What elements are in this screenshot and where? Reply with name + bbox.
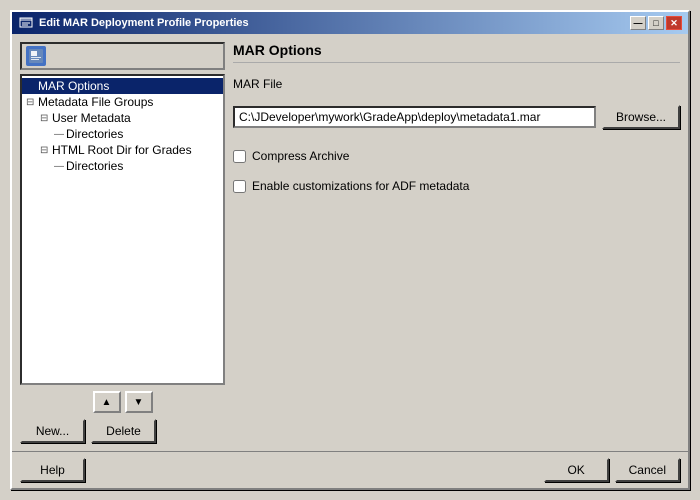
enable-customizations-checkbox[interactable]: [233, 180, 246, 193]
left-panel: MAR Options ⊟ Metadata File Groups ⊟ Use…: [20, 42, 225, 443]
tree-item-metadata-file-groups[interactable]: ⊟ Metadata File Groups: [22, 94, 223, 110]
title-buttons: — □ ✕: [630, 16, 682, 30]
main-area: MAR Options ⊟ Metadata File Groups ⊟ Use…: [20, 42, 680, 443]
tree-label: Metadata File Groups: [38, 95, 153, 109]
window-content: MAR Options ⊟ Metadata File Groups ⊟ Use…: [12, 34, 688, 451]
tree-toolbar-icon: [26, 46, 46, 66]
tree-item-directories-1[interactable]: — Directories: [22, 126, 223, 142]
help-button[interactable]: Help: [20, 458, 85, 482]
expand-icon: —: [54, 129, 64, 140]
enable-customizations-row: Enable customizations for ADF metadata: [233, 179, 680, 193]
window-title: Edit MAR Deployment Profile Properties: [39, 17, 249, 29]
move-up-button[interactable]: ▲: [93, 391, 121, 413]
expand-icon: —: [54, 161, 64, 172]
arrow-buttons: ▲ ▼: [20, 391, 225, 413]
browse-button[interactable]: Browse...: [602, 105, 680, 129]
expand-icon: ⊟: [26, 97, 36, 108]
move-down-button[interactable]: ▼: [125, 391, 153, 413]
down-arrow-icon: ▼: [134, 397, 144, 408]
window-icon: [18, 15, 34, 31]
tree-item-user-metadata[interactable]: ⊟ User Metadata: [22, 110, 223, 126]
file-input[interactable]: [233, 106, 596, 128]
compress-archive-label: Compress Archive: [252, 149, 349, 163]
footer-right: OK Cancel: [544, 458, 680, 482]
bottom-buttons: New... Delete: [20, 417, 225, 443]
expand-icon: ⊟: [40, 145, 50, 156]
tree-item-directories-2[interactable]: — Directories: [22, 158, 223, 174]
compress-archive-checkbox[interactable]: [233, 150, 246, 163]
tree-label: Directories: [66, 159, 123, 173]
cancel-button[interactable]: Cancel: [615, 458, 680, 482]
new-button[interactable]: New...: [20, 419, 85, 443]
file-input-row: Browse...: [233, 105, 680, 129]
main-window: Edit MAR Deployment Profile Properties —…: [10, 10, 690, 490]
expand-icon: ⊟: [40, 113, 50, 124]
file-label: MAR File: [233, 77, 680, 91]
right-panel: MAR Options MAR File Browse... Compress …: [233, 42, 680, 443]
compress-archive-row: Compress Archive: [233, 149, 680, 163]
enable-customizations-label: Enable customizations for ADF metadata: [252, 179, 469, 193]
tree-label: HTML Root Dir for Grades: [52, 143, 192, 157]
title-bar: Edit MAR Deployment Profile Properties —…: [12, 12, 688, 34]
title-bar-left: Edit MAR Deployment Profile Properties: [18, 15, 249, 31]
tree-label: MAR Options: [38, 79, 109, 93]
maximize-button[interactable]: □: [648, 16, 664, 30]
tree-label: Directories: [66, 127, 123, 141]
footer-bar: Help OK Cancel: [12, 451, 688, 488]
ok-button[interactable]: OK: [544, 458, 609, 482]
expand-icon: [26, 81, 36, 92]
tree-item-mar-options[interactable]: MAR Options: [22, 78, 223, 94]
delete-button[interactable]: Delete: [91, 419, 156, 443]
up-arrow-icon: ▲: [102, 397, 112, 408]
tree-container: MAR Options ⊟ Metadata File Groups ⊟ Use…: [20, 74, 225, 385]
minimize-button[interactable]: —: [630, 16, 646, 30]
tree-icon-bar: [20, 42, 225, 70]
tree-item-html-root[interactable]: ⊟ HTML Root Dir for Grades: [22, 142, 223, 158]
section-title: MAR Options: [233, 42, 680, 63]
tree-label: User Metadata: [52, 111, 131, 125]
close-button[interactable]: ✕: [666, 16, 682, 30]
